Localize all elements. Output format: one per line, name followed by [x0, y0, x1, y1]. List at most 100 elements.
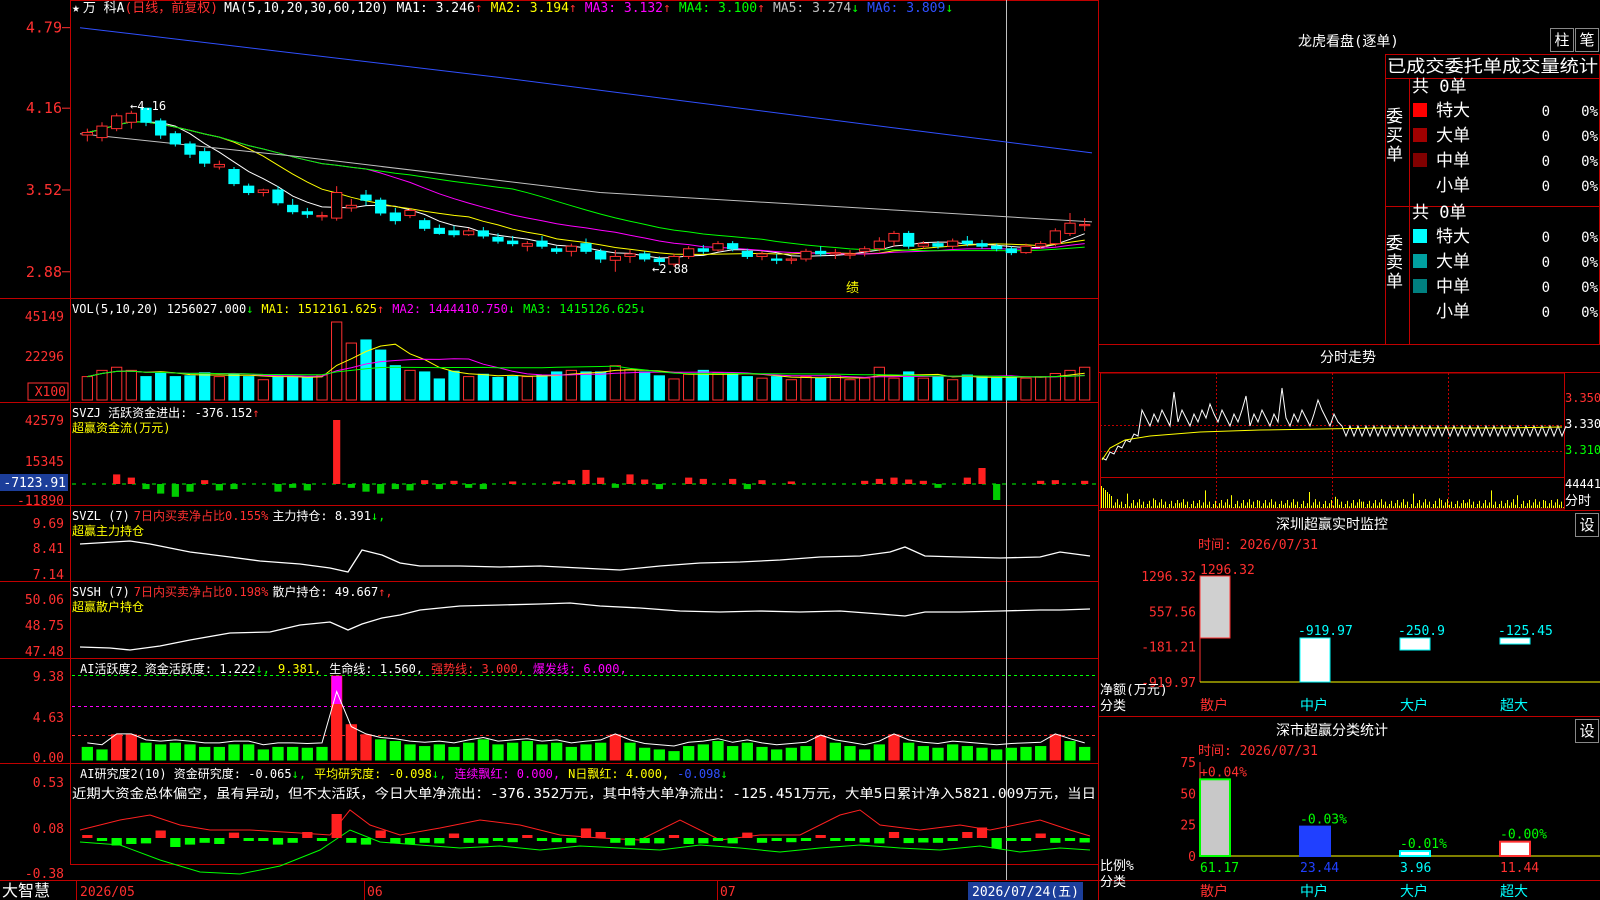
svzj-bar	[333, 420, 341, 484]
candle-body	[903, 232, 915, 247]
ai2-bar	[654, 838, 665, 844]
candle-body	[184, 143, 196, 155]
earnings-marker[interactable]: 绩	[846, 281, 859, 296]
vol-value-3: MA3: 1415126.625	[523, 302, 639, 316]
intraday-vol-bar	[1257, 500, 1258, 508]
volume-bar	[199, 372, 211, 401]
ai1-bar	[287, 746, 299, 761]
svzj-subtitle: 超赢资金流(万元)	[72, 420, 170, 435]
intraday-vol-bar	[1191, 504, 1192, 508]
monitor-chart[interactable]: 1296.32557.56-181.21-919.971296.32散户-919…	[1141, 563, 1600, 714]
ai1-bar	[1079, 746, 1091, 761]
ai1-axis-top: 9.38	[33, 670, 64, 685]
intraday-vol-bar	[1317, 504, 1318, 508]
ai2-bar	[610, 838, 621, 843]
candle-body	[389, 212, 401, 222]
intraday-vol-bar	[1507, 500, 1508, 508]
ai1-bar	[272, 746, 284, 761]
ai2-bar	[859, 838, 870, 843]
order-title: 已成交委托单成交量统计	[1387, 57, 1598, 77]
ai2-bar	[258, 838, 269, 841]
ai1-bar	[873, 744, 885, 761]
ai1-bar	[917, 746, 929, 761]
ai1-bar	[140, 742, 152, 761]
intraday-vol-bar	[1127, 493, 1128, 508]
candle-body	[565, 245, 577, 252]
intraday-vol-bar	[1521, 504, 1522, 508]
ai2-bar	[727, 838, 738, 844]
candle-body	[331, 192, 343, 219]
intraday-vol-bar	[1453, 507, 1454, 508]
intraday-vol-bar	[1397, 500, 1398, 508]
intraday-vol-bar	[1391, 500, 1392, 508]
candle-body	[433, 227, 445, 234]
intraday-vol-bar	[1251, 504, 1252, 508]
svzj-axis-mid: 15345	[25, 455, 64, 470]
svzj-bar	[993, 484, 1001, 500]
volume-bar	[375, 349, 387, 401]
ai2-bar	[170, 838, 181, 847]
svsh-pane[interactable]: SVSH (7) 7日内买卖净占比0.198% 散户持仓: 49.667↑, 超赢散…	[25, 584, 1091, 660]
svzj-bars	[72, 420, 1096, 500]
svzj-bar	[274, 484, 282, 492]
intraday-vol-bar	[1159, 502, 1160, 508]
classify-settings-button[interactable]: 设	[1575, 719, 1599, 743]
ai1-axis-mid: 4.63	[33, 711, 64, 726]
ai1-bar	[463, 742, 475, 761]
intraday-vol-bar	[1239, 506, 1240, 508]
vol-axis-top: 45149	[25, 310, 64, 325]
ai2-bar	[551, 838, 562, 843]
volume-pane[interactable]: VOL(5,10,20) 1256027.000↓ MA1: 1512161.625…	[25, 302, 1091, 401]
tick-view-button[interactable]: 笔	[1575, 28, 1599, 52]
monitor-settings-button[interactable]: 设	[1575, 513, 1599, 537]
candle-body	[829, 252, 841, 255]
svsh-hold: 散户持仓: 49.667	[272, 584, 378, 599]
ai1-value-1: 9.381,	[278, 662, 321, 676]
ma-value-4: MA5: 3.274	[773, 1, 851, 16]
svzj-bar	[905, 479, 913, 484]
ai2-bar	[1079, 838, 1090, 843]
buy-rows-name-2: 中单	[1436, 151, 1470, 171]
ai2-value-arrow-0: ↓,	[292, 767, 306, 781]
monitor-category-1: 中户	[1300, 697, 1328, 714]
volume-bar	[947, 379, 959, 401]
volume-bar	[448, 370, 460, 401]
intraday-avg-line	[1101, 426, 1563, 461]
intraday-vol-bar	[1387, 506, 1388, 508]
ai1-bar	[829, 742, 841, 761]
intraday-vol-bar	[1187, 501, 1188, 508]
sell-rows-pct-2: 0%	[1581, 280, 1598, 296]
buy-rows-name-3: 小单	[1436, 176, 1470, 196]
intraday-vol-bar	[1505, 503, 1506, 508]
intraday-vol-bar	[1383, 504, 1384, 508]
intraday-vol-bar	[1327, 506, 1328, 508]
svzj-pane[interactable]: SVZJ 活跃资金进出: -376.152↑ 超赢资金流(万元) 42579 1…	[0, 405, 1096, 509]
stock-analysis-screen: ★ 万 科A(日线，前复权) MA(5,10,20,30,60,120) MA1: 3…	[0, 0, 1600, 900]
svzj-bar	[479, 484, 487, 490]
classify-title: 深市超赢分类统计	[1276, 722, 1388, 739]
intraday-vol-bar	[1333, 505, 1334, 508]
buy-rows-pct-1: 0%	[1581, 129, 1598, 145]
svzj-bar	[421, 480, 429, 484]
ai2-bar	[316, 838, 328, 841]
intraday-vol-bar	[1335, 496, 1336, 508]
monitor-category-0: 散户	[1200, 697, 1228, 714]
intraday-vol-bar	[1119, 504, 1120, 508]
intraday-chart[interactable]: 3.350 3.330 3.310 44441 分时	[1100, 372, 1600, 510]
intraday-vol-bar	[1431, 507, 1432, 508]
classify-chart[interactable]: 75 50 25 0 +0.04% 61.17 散户 -0.03% 23.44 中户 -0.01% 3…	[1180, 756, 1600, 900]
svzl-pane[interactable]: SVZL (7) 7日内买卖净占比0.155% 主力持仓: 8.391↓, 超赢主力…	[33, 508, 1091, 583]
bar-view-button[interactable]: 柱	[1550, 28, 1574, 52]
intraday-vol-bar	[1375, 500, 1376, 508]
ai2-bar	[434, 838, 445, 844]
intraday-axis-top: 3.350	[1565, 391, 1600, 405]
price-pane[interactable]: ★ 万 科A(日线，前复权) MA(5,10,20,30,60,120) MA1: 3…	[26, 0, 1093, 296]
volume-bar	[1049, 372, 1061, 401]
ai1-bar	[375, 739, 387, 761]
ai2-bar	[903, 838, 914, 844]
candle-body	[712, 243, 724, 251]
intraday-vol-bar	[1299, 507, 1300, 508]
volume-bar	[536, 374, 548, 401]
ai-activity-pane[interactable]: AI活跃度2 资金活跃度: 1.222↓, 9.381, 生命线: 1.560, 强势…	[33, 661, 1096, 766]
svzj-bar	[142, 484, 150, 490]
